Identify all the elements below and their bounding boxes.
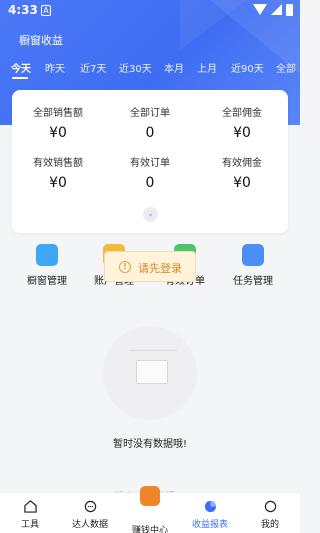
tab-last-30-days[interactable]: 近30天 — [119, 60, 152, 75]
stat-label: 有效订单 — [130, 158, 170, 169]
shop-bag-icon — [36, 244, 58, 266]
stat-label: 有效销售额 — [33, 158, 83, 169]
battery-icon — [286, 4, 293, 16]
stat-valid-commission: 有效佣金 ¥0 — [196, 154, 288, 191]
sim-icon: A — [41, 5, 51, 16]
stat-label: 有效佣金 — [222, 158, 262, 169]
empty-box-icon — [136, 360, 168, 384]
tab-last-90-days[interactable]: 近90天 — [231, 60, 264, 75]
empty-state-text: 暂时没有数据哦! — [112, 439, 187, 450]
stat-label: 全部订单 — [130, 108, 170, 119]
nav-label: 我的 — [260, 520, 279, 530]
stat-total-orders: 全部订单 0 — [104, 104, 196, 141]
money-bag-icon[interactable] — [140, 486, 160, 506]
stat-label: 全部佣金 — [222, 108, 262, 119]
stats-card: 全部销售额 ¥0 全部订单 0 全部佣金 ¥0 有效销售额 ¥0 有效订单 0 … — [12, 90, 288, 233]
menu-shop-management[interactable]: 橱窗管理 — [12, 244, 82, 287]
stat-value: ¥0 — [49, 125, 67, 141]
nav-label: 收益报表 — [191, 520, 228, 530]
nav-label: 达人数据 — [71, 520, 108, 530]
status-time: 4:33 — [8, 3, 38, 17]
nav-influencer-data[interactable]: 达人数据 — [60, 493, 120, 533]
stat-valid-sales: 有效销售额 ¥0 — [12, 154, 104, 191]
menu-task-management[interactable]: 任务管理 — [218, 244, 288, 287]
stat-total-sales: 全部销售额 ¥0 — [12, 104, 104, 141]
nav-mine[interactable]: 我的 — [240, 493, 300, 533]
stat-label: 全部销售额 — [33, 108, 83, 119]
toast-text: 请先登录 — [138, 262, 182, 275]
warning-icon: ! — [119, 261, 131, 273]
pie-chart-icon — [204, 500, 216, 513]
active-tab-indicator — [12, 77, 28, 79]
page-title: 橱窗收益 — [19, 34, 63, 47]
stat-value: ¥0 — [49, 175, 67, 191]
tab-this-month[interactable]: 本月 — [164, 60, 184, 75]
nav-tools[interactable]: 工具 — [0, 493, 60, 533]
stat-total-commission: 全部佣金 ¥0 — [196, 104, 288, 141]
stat-value: ¥0 — [233, 175, 251, 191]
tab-yesterday[interactable]: 昨天 — [45, 60, 65, 75]
stat-valid-orders: 有效订单 0 — [104, 154, 196, 191]
expand-chevron-icon[interactable]: ⌄ — [143, 207, 158, 222]
nav-label: 工具 — [20, 520, 39, 530]
date-range-tabs: 今天 昨天 近7天 近30天 本月 上月 近90天 全部 — [0, 60, 300, 82]
nav-earnings-report[interactable]: 收益报表 — [180, 493, 240, 533]
tab-all[interactable]: 全部 — [276, 60, 296, 75]
menu-label: 橱窗管理 — [27, 276, 67, 287]
home-icon — [23, 500, 37, 513]
status-bar: 4:33 A — [0, 0, 300, 22]
chat-icon — [84, 500, 96, 513]
task-list-icon — [242, 244, 264, 266]
tab-today[interactable]: 今天 — [11, 60, 31, 75]
stat-value: 0 — [145, 175, 155, 191]
stat-value: 0 — [145, 125, 155, 141]
signal-icon — [271, 4, 282, 15]
nav-label: 赚钱中心 — [131, 526, 168, 533]
login-toast[interactable]: ! 请先登录 — [104, 251, 196, 282]
stat-value: ¥0 — [233, 125, 251, 141]
tab-last-7-days[interactable]: 近7天 — [80, 60, 106, 75]
menu-label: 任务管理 — [233, 276, 273, 287]
tab-last-month[interactable]: 上月 — [197, 60, 217, 75]
user-icon — [264, 500, 276, 513]
wifi-icon — [253, 4, 267, 15]
